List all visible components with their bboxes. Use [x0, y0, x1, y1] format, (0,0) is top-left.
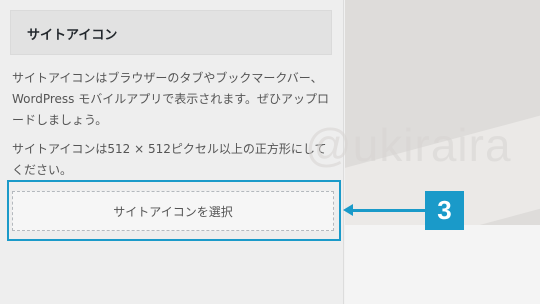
customizer-panel: サイトアイコン サイトアイコンはブラウザーのタブやブックマークバー、WordPr… [0, 0, 344, 304]
arrow-head-icon [343, 204, 353, 216]
section-title: サイトアイコン [27, 28, 118, 43]
preview-bottom [345, 225, 540, 304]
highlight-box: サイトアイコンを選択 [7, 180, 341, 241]
description-paragraph: サイトアイコンはブラウザーのタブやブックマークバー、WordPress モバイル… [12, 71, 330, 127]
section-header: サイトアイコン [10, 10, 332, 55]
step-badge: 3 [425, 191, 464, 230]
left-arrow-icon [350, 209, 427, 212]
watermark: @ukiraira [305, 119, 512, 171]
size-hint: サイトアイコンは512 × 512ピクセル以上の正方形にしてください。 [12, 142, 327, 177]
select-site-icon-button[interactable]: サイトアイコンを選択 [12, 191, 334, 231]
